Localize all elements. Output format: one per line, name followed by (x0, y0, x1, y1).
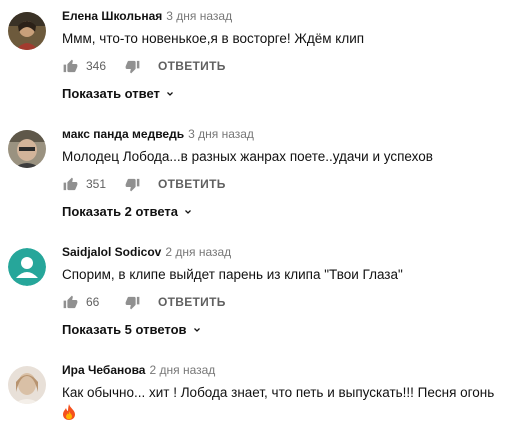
thumbs-down-icon (125, 178, 139, 191)
reply-button[interactable]: ОТВЕТИТЬ (158, 295, 226, 309)
comment-actions: 351 ОТВЕТИТЬ (62, 174, 504, 194)
comment-time[interactable]: 2 дня назад (165, 245, 231, 259)
thumbs-up-icon (63, 59, 77, 72)
comment-author[interactable]: макс панда медведь (62, 127, 184, 141)
comment-text: Спорим, в клипе выйдет парень из клипа "… (62, 267, 403, 282)
avatar[interactable] (8, 248, 46, 286)
reply-button[interactable]: ОТВЕТИТЬ (158, 177, 226, 191)
chevron-down-icon (191, 324, 203, 336)
chevron-down-icon (182, 206, 194, 218)
comment-actions: 346 ОТВЕТИТЬ (62, 56, 504, 76)
like-count: 346 (86, 59, 107, 73)
thumbs-up-icon (63, 177, 77, 190)
comment-author[interactable]: Saidjalol Sodicov (62, 245, 161, 259)
reply-button[interactable]: ОТВЕТИТЬ (158, 59, 226, 73)
show-replies-label: Показать 5 ответов (62, 322, 187, 337)
dislike-button[interactable] (124, 294, 140, 310)
chevron-down-icon (164, 88, 176, 100)
avatar[interactable] (8, 12, 46, 50)
like-count: 66 (86, 295, 100, 309)
like-count: 351 (86, 177, 107, 191)
show-replies-label: Показать 2 ответа (62, 204, 178, 219)
like-button[interactable] (62, 176, 78, 192)
comment-author[interactable]: Ира Чебанова (62, 363, 145, 377)
fire-emoji (63, 404, 75, 420)
comment-actions: 66 ОТВЕТИТЬ (62, 292, 504, 312)
show-replies-button[interactable]: Показать 2 ответа (62, 204, 194, 219)
thumbs-down-icon (125, 60, 139, 73)
avatar[interactable] (8, 130, 46, 168)
like-button[interactable] (62, 58, 78, 74)
show-replies-label: Показать ответ (62, 86, 160, 101)
comment-time[interactable]: 2 дня назад (149, 363, 215, 377)
like-button[interactable] (62, 294, 78, 310)
comment-text: Молодец Лобода...в разных жанрах поете..… (62, 149, 433, 164)
comment-time[interactable]: 3 дня назад (188, 127, 254, 141)
thumbs-down-icon (125, 296, 139, 309)
dislike-button[interactable] (124, 58, 140, 74)
comment-text: Как обычно... хит ! Лобода знает, что пе… (62, 385, 495, 400)
avatar[interactable] (8, 366, 46, 404)
dislike-button[interactable] (124, 176, 140, 192)
thumbs-up-icon (63, 295, 77, 308)
show-replies-button[interactable]: Показать ответ (62, 86, 176, 101)
default-user-icon (8, 248, 46, 286)
comment-time[interactable]: 3 дня назад (166, 9, 232, 23)
show-replies-button[interactable]: Показать 5 ответов (62, 322, 203, 337)
comment-text: Ммм, что-то новенькое,я в восторге! Ждём… (62, 31, 365, 46)
comment-author[interactable]: Елена Школьная (62, 9, 162, 23)
